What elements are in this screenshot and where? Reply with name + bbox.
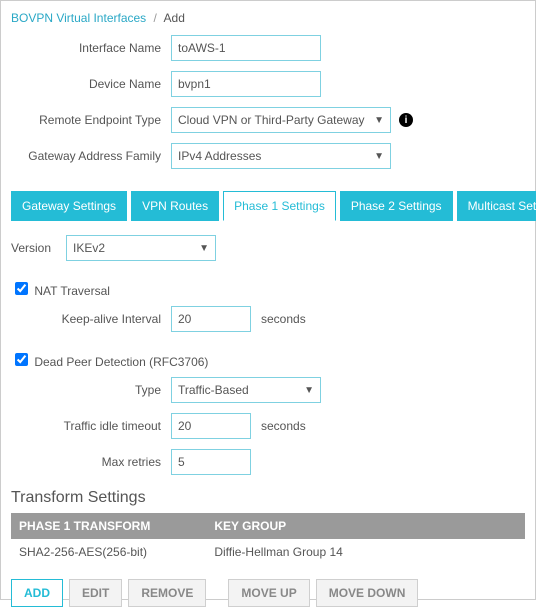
nat-traversal-checkbox[interactable] xyxy=(15,282,28,295)
chevron-down-icon: ▼ xyxy=(374,151,384,162)
idle-timeout-label: Traffic idle timeout xyxy=(11,419,171,433)
chevron-down-icon: ▼ xyxy=(199,243,209,254)
remote-endpoint-type-select[interactable]: Cloud VPN or Third-Party Gateway ▼ xyxy=(171,107,391,133)
remove-button[interactable]: REMOVE xyxy=(128,579,206,607)
version-value: IKEv2 xyxy=(73,241,105,255)
idle-timeout-unit: seconds xyxy=(261,419,306,433)
max-retries-label: Max retries xyxy=(11,455,171,469)
add-button[interactable]: ADD xyxy=(11,579,63,607)
breadcrumb: BOVPN Virtual Interfaces / Add xyxy=(11,11,525,25)
chevron-down-icon: ▼ xyxy=(374,115,384,126)
breadcrumb-current: Add xyxy=(164,11,185,25)
transform-header-1: PHASE 1 TRANSFORM xyxy=(11,513,206,539)
gateway-address-family-select[interactable]: IPv4 Addresses ▼ xyxy=(171,143,391,169)
chevron-down-icon: ▼ xyxy=(304,385,314,396)
movedown-button[interactable]: MOVE DOWN xyxy=(316,579,419,607)
edit-button[interactable]: EDIT xyxy=(69,579,122,607)
moveup-button[interactable]: MOVE UP xyxy=(228,579,309,607)
version-label: Version xyxy=(11,241,66,255)
gateway-address-family-label: Gateway Address Family xyxy=(11,149,171,163)
remote-endpoint-type-value: Cloud VPN or Third-Party Gateway xyxy=(178,113,365,127)
tab-phase1-settings[interactable]: Phase 1 Settings xyxy=(223,191,336,221)
dpd-checkbox[interactable] xyxy=(15,353,28,366)
tab-gateway-settings[interactable]: Gateway Settings xyxy=(11,191,127,221)
nat-traversal-label: NAT Traversal xyxy=(34,284,110,298)
dpd-type-label: Type xyxy=(11,383,171,397)
interface-name-input[interactable] xyxy=(171,35,321,61)
transform-header-2: KEY GROUP xyxy=(206,513,525,539)
interface-name-label: Interface Name xyxy=(11,41,171,55)
dpd-label: Dead Peer Detection (RFC3706) xyxy=(34,355,208,369)
transform-settings-title: Transform Settings xyxy=(11,489,525,507)
keepalive-input[interactable] xyxy=(171,306,251,332)
tab-multicast-settings[interactable]: Multicast Settings xyxy=(457,191,536,221)
info-icon[interactable]: i xyxy=(399,113,413,127)
breadcrumb-root[interactable]: BOVPN Virtual Interfaces xyxy=(11,11,146,25)
transform-cell: SHA2-256-AES(256-bit) xyxy=(11,539,206,565)
device-name-label: Device Name xyxy=(11,77,171,91)
dpd-type-value: Traffic-Based xyxy=(178,383,249,397)
tabs: Gateway Settings VPN Routes Phase 1 Sett… xyxy=(11,191,525,221)
tab-phase2-settings[interactable]: Phase 2 Settings xyxy=(340,191,453,221)
dpd-type-select[interactable]: Traffic-Based ▼ xyxy=(171,377,321,403)
transform-table: PHASE 1 TRANSFORM KEY GROUP SHA2-256-AES… xyxy=(11,513,525,565)
keepalive-label: Keep-alive Interval xyxy=(11,312,171,326)
keepalive-unit: seconds xyxy=(261,312,306,326)
table-row[interactable]: SHA2-256-AES(256-bit) Diffie-Hellman Gro… xyxy=(11,539,525,565)
tab-vpn-routes[interactable]: VPN Routes xyxy=(131,191,219,221)
idle-timeout-input[interactable] xyxy=(171,413,251,439)
remote-endpoint-type-label: Remote Endpoint Type xyxy=(11,113,171,127)
version-select[interactable]: IKEv2 ▼ xyxy=(66,235,216,261)
keygroup-cell: Diffie-Hellman Group 14 xyxy=(206,539,525,565)
device-name-input xyxy=(171,71,321,97)
gateway-address-family-value: IPv4 Addresses xyxy=(178,149,261,163)
breadcrumb-separator: / xyxy=(154,11,157,25)
max-retries-input[interactable] xyxy=(171,449,251,475)
